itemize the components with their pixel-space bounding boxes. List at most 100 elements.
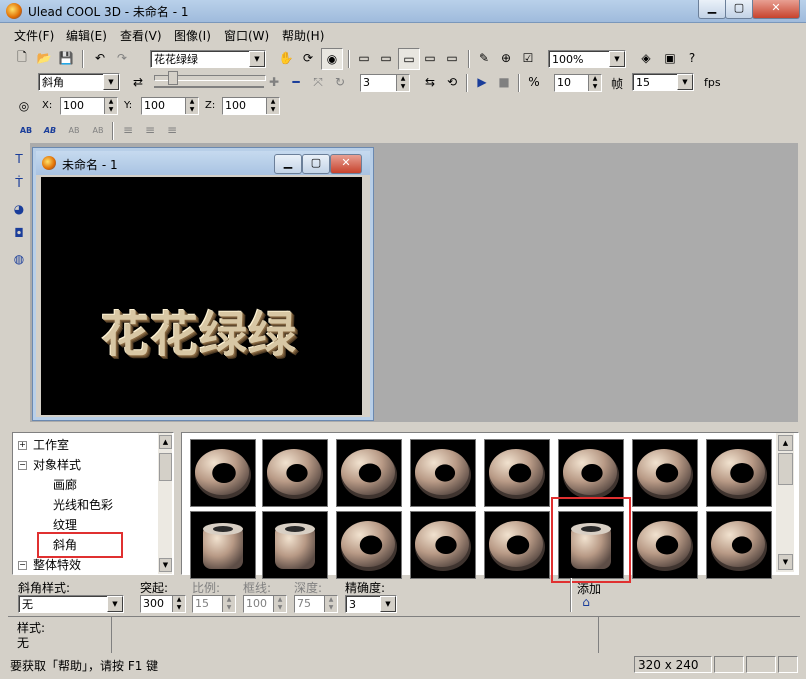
bevel-thumbnail[interactable] bbox=[484, 439, 550, 507]
undo-icon[interactable]: ↶ bbox=[90, 48, 110, 68]
menu-view[interactable]: 查看(V) bbox=[120, 27, 162, 44]
tree-item-texture[interactable]: 纹理 bbox=[53, 516, 77, 533]
bevel-thumbnail[interactable] bbox=[706, 511, 772, 579]
remove-keyframe-icon[interactable]: ━ bbox=[286, 72, 306, 92]
bevel-thumbnail[interactable] bbox=[706, 439, 772, 507]
ratio-spinner[interactable]: 15 ▲ ▼ bbox=[192, 595, 236, 613]
text-combo[interactable]: 花花绿绿 ▼ bbox=[150, 50, 266, 68]
doc-minimize-button[interactable]: ▁ bbox=[274, 154, 302, 174]
add-keyframe-icon[interactable]: ✚ bbox=[264, 72, 284, 92]
expand-icon[interactable]: + bbox=[18, 441, 27, 450]
menu-window[interactable]: 窗口(W) bbox=[224, 27, 269, 44]
menu-edit[interactable]: 编辑(E) bbox=[66, 27, 107, 44]
z-spinner[interactable]: 100 ▲ ▼ bbox=[222, 97, 280, 115]
geometry-icon[interactable]: ◍ bbox=[9, 249, 29, 269]
bevel-thumbnail[interactable] bbox=[262, 439, 328, 507]
loop-icon[interactable]: ⟲ bbox=[442, 72, 462, 92]
bevel-thumbnail[interactable] bbox=[336, 439, 402, 507]
text-leading-icon[interactable]: AB bbox=[88, 120, 108, 140]
insert-text-icon[interactable]: T bbox=[9, 149, 29, 169]
check-icon[interactable]: ☑ bbox=[518, 48, 538, 68]
gallery-scroll-up-icon[interactable]: ▲ bbox=[778, 435, 793, 451]
edit-shape-icon[interactable]: ◘ bbox=[9, 223, 29, 243]
align-right-icon[interactable]: ≡ bbox=[162, 120, 182, 140]
insert-shape-icon[interactable]: ◕ bbox=[9, 199, 29, 219]
text-spacing-icon[interactable]: AB bbox=[64, 120, 84, 140]
wand-icon[interactable]: ✎ bbox=[474, 48, 494, 68]
layout-4-icon[interactable]: ▭ bbox=[420, 48, 440, 68]
timeline-thumb[interactable] bbox=[168, 71, 178, 85]
bevel-thumbnail[interactable] bbox=[190, 511, 256, 579]
bevel-thumbnail[interactable] bbox=[632, 511, 698, 579]
layout-2-icon[interactable]: ▭ bbox=[376, 48, 396, 68]
minimize-button[interactable]: ▁ bbox=[698, 0, 726, 19]
gallery-scrollbar[interactable]: ▲ ▼ bbox=[776, 433, 794, 572]
tree-item-object-style[interactable]: 对象样式 bbox=[33, 456, 81, 473]
menu-file[interactable]: 文件(F) bbox=[14, 27, 54, 44]
layout-3-icon[interactable]: ▭ bbox=[398, 48, 420, 70]
doc-maximize-button[interactable]: ▢ bbox=[302, 154, 330, 174]
swap-icon[interactable]: ⇆ bbox=[420, 72, 440, 92]
tree-scrollbar[interactable]: ▲ ▼ bbox=[158, 433, 172, 574]
depth-spinner[interactable]: 75 ▲ ▼ bbox=[294, 595, 338, 613]
effect-combo[interactable]: 斜角 ▼ bbox=[38, 73, 120, 91]
bevel-thumbnail[interactable] bbox=[336, 511, 402, 579]
plugin-icon[interactable]: ◈ bbox=[636, 48, 656, 68]
bevel-thumbnail[interactable] bbox=[262, 511, 328, 579]
bevel-style-combo[interactable]: 无 ▼ bbox=[18, 595, 124, 613]
layout-5-icon[interactable]: ▭ bbox=[442, 48, 462, 68]
edit-text-icon[interactable]: Ṫ bbox=[9, 173, 29, 193]
context-help-icon[interactable]: ? bbox=[682, 48, 702, 68]
text-italic-icon[interactable]: AB bbox=[40, 120, 60, 140]
bevel-thumbnail[interactable] bbox=[484, 511, 550, 579]
document-title-bar[interactable]: 未命名 - 1 ▁ ▢ ✕ bbox=[36, 151, 370, 175]
save-icon[interactable]: 💾 bbox=[56, 48, 76, 68]
arrow-icon[interactable]: ↻ bbox=[330, 72, 350, 92]
hand-tool-icon[interactable]: ✋ bbox=[276, 48, 296, 68]
maximize-button[interactable]: ▢ bbox=[725, 0, 753, 19]
bulge-spinner[interactable]: 300 ▲ ▼ bbox=[140, 595, 186, 613]
keyframe-icon[interactable]: ⇄ bbox=[128, 72, 148, 92]
select-tool-icon[interactable]: ◉ bbox=[321, 48, 343, 70]
bevel-thumbnail[interactable] bbox=[632, 439, 698, 507]
align-center-icon[interactable]: ≡ bbox=[140, 120, 160, 140]
x-spinner[interactable]: 100 ▲ ▼ bbox=[60, 97, 118, 115]
collapse-icon[interactable]: − bbox=[18, 461, 27, 470]
frame-spinner[interactable]: 3 ▲ ▼ bbox=[360, 74, 410, 92]
add-style-icon[interactable]: ⌂ bbox=[577, 594, 595, 610]
position-icon[interactable]: ◎ bbox=[14, 96, 34, 116]
play-icon[interactable]: ▶ bbox=[472, 72, 492, 92]
3d-text-object[interactable]: 花花绿绿 bbox=[101, 295, 297, 365]
frame-count-spinner[interactable]: 10 ▲ ▼ bbox=[554, 74, 602, 92]
reverse-icon[interactable]: ⤧ bbox=[308, 72, 328, 92]
scroll-down-icon[interactable]: ▼ bbox=[159, 558, 172, 572]
tree-item-global-fx[interactable]: 整体特效 bbox=[33, 556, 81, 573]
tree-item-studio[interactable]: 工作室 bbox=[33, 436, 69, 453]
y-spinner[interactable]: 100 ▲ ▼ bbox=[141, 97, 199, 115]
menu-help[interactable]: 帮助(H) bbox=[282, 27, 324, 44]
scroll-thumb[interactable] bbox=[159, 453, 172, 481]
tree-item-light-color[interactable]: 光线和色彩 bbox=[53, 496, 113, 513]
text-bold-icon[interactable]: AB bbox=[16, 120, 36, 140]
redo-icon[interactable]: ↷ bbox=[112, 48, 132, 68]
scroll-up-icon[interactable]: ▲ bbox=[159, 435, 172, 449]
zoom-combo[interactable]: 100% ▼ bbox=[548, 50, 626, 68]
gallery-scroll-down-icon[interactable]: ▼ bbox=[778, 554, 793, 570]
menu-image[interactable]: 图像(I) bbox=[174, 27, 211, 44]
stop-icon[interactable]: ■ bbox=[494, 72, 514, 92]
doc-close-button[interactable]: ✕ bbox=[330, 154, 362, 174]
precision-combo[interactable]: 3 ▼ bbox=[345, 595, 397, 613]
bevel-thumbnail[interactable] bbox=[410, 439, 476, 507]
rotate-tool-icon[interactable]: ⟳ bbox=[298, 48, 318, 68]
open-icon[interactable]: 📂 bbox=[34, 48, 54, 68]
tree-item-gallery[interactable]: 画廊 bbox=[53, 476, 77, 493]
percent-icon[interactable]: % bbox=[524, 72, 544, 92]
collapse-icon[interactable]: − bbox=[18, 561, 27, 570]
gallery-scroll-thumb[interactable] bbox=[778, 453, 793, 485]
bevel-thumbnail[interactable] bbox=[190, 439, 256, 507]
globe-icon[interactable]: ⊕ bbox=[496, 48, 516, 68]
border-spinner[interactable]: 100 ▲ ▼ bbox=[243, 595, 287, 613]
color-icon[interactable]: ▣ bbox=[660, 48, 680, 68]
render-canvas[interactable]: 花花绿绿 bbox=[41, 177, 362, 415]
close-button[interactable]: ✕ bbox=[752, 0, 800, 19]
